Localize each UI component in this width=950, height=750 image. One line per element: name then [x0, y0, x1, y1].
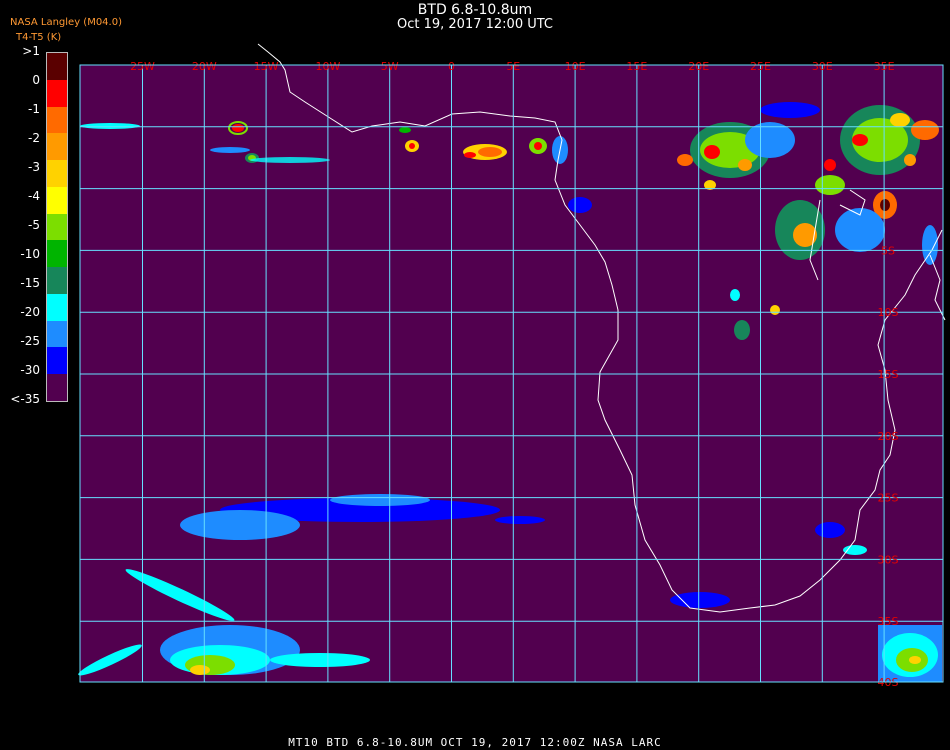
latitude-label: 25S	[878, 492, 899, 505]
longitude-label: 30E	[812, 60, 833, 73]
longitude-label: 5W	[381, 60, 399, 73]
latitude-label: 5S	[881, 244, 895, 257]
longitude-label: 5E	[506, 60, 520, 73]
latitude-label: 10S	[878, 306, 899, 319]
longitude-label: 25W	[130, 60, 155, 73]
satellite-map: 25W 20W 15W 10W 5W 0 5E 10E 15E 20E 25E 30E 35E 5S 10S…	[78, 43, 946, 689]
longitude-label: 15W	[254, 60, 279, 73]
longitude-label: 10E	[565, 60, 586, 73]
longitude-label: 10W	[315, 60, 340, 73]
longitude-label: 0	[448, 60, 455, 73]
latitude-label: 35S	[878, 615, 899, 628]
longitude-label: 25E	[750, 60, 771, 73]
footer-caption: MT10 BTD 6.8-10.8UM OCT 19, 2017 12:00Z …	[288, 736, 662, 749]
longitude-label: 35E	[874, 60, 895, 73]
latitude-label: 15S	[878, 368, 899, 381]
longitude-label: 20E	[688, 60, 709, 73]
longitude-label: 15E	[626, 60, 647, 73]
latitude-label: 30S	[878, 553, 899, 566]
latitude-label: 20S	[878, 430, 899, 443]
longitude-label: 20W	[192, 60, 217, 73]
